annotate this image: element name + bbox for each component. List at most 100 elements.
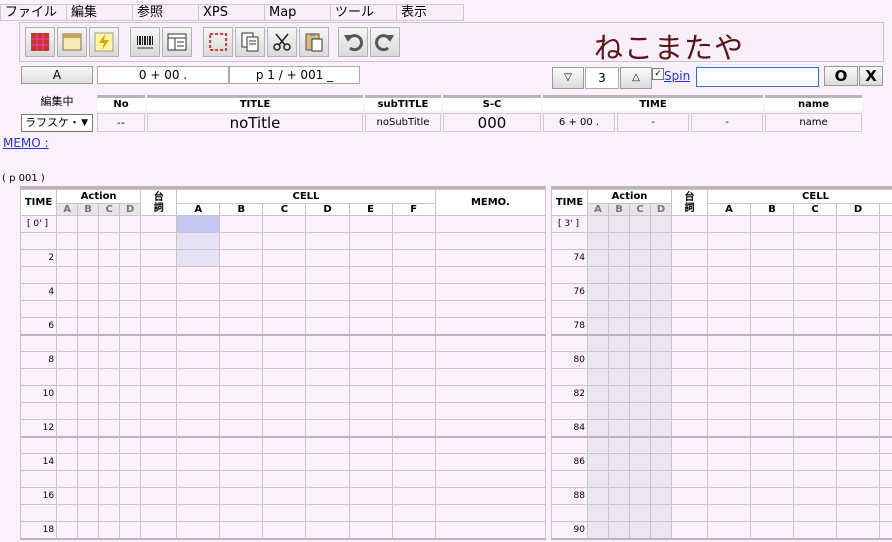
- action-cell[interactable]: [630, 352, 651, 369]
- action-cell[interactable]: [609, 318, 630, 335]
- cell-entry[interactable]: [708, 216, 751, 233]
- action-cell[interactable]: [588, 250, 609, 267]
- cell-entry[interactable]: [837, 335, 880, 352]
- menu-tools[interactable]: ツール: [331, 4, 397, 21]
- cell-entry[interactable]: [880, 403, 892, 420]
- cell-entry[interactable]: [177, 522, 220, 539]
- dialog-cell[interactable]: [672, 488, 708, 505]
- action-cell[interactable]: [630, 301, 651, 318]
- spin-checkbox[interactable]: ✓: [652, 68, 664, 80]
- cell-entry[interactable]: [306, 284, 349, 301]
- cell-entry[interactable]: [392, 505, 435, 522]
- cell-entry[interactable]: [708, 284, 751, 301]
- menu-xps[interactable]: XPS: [199, 4, 265, 21]
- cell-entry[interactable]: [392, 267, 435, 284]
- cell-entry[interactable]: [880, 352, 892, 369]
- action-cell[interactable]: [120, 505, 141, 522]
- action-cell[interactable]: [609, 522, 630, 539]
- action-cell[interactable]: [630, 454, 651, 471]
- action-cell[interactable]: [651, 386, 672, 403]
- action-cell[interactable]: [630, 335, 651, 352]
- cell-entry[interactable]: [751, 369, 794, 386]
- action-cell[interactable]: [630, 386, 651, 403]
- memo-cell[interactable]: [435, 420, 545, 437]
- action-cell[interactable]: [78, 471, 99, 488]
- action-cell[interactable]: [588, 437, 609, 454]
- cell-entry[interactable]: [751, 352, 794, 369]
- cell-entry[interactable]: [177, 420, 220, 437]
- cell-entry[interactable]: [880, 420, 892, 437]
- cell-entry[interactable]: [306, 301, 349, 318]
- undo-button[interactable]: [338, 27, 368, 57]
- action-cell[interactable]: [609, 403, 630, 420]
- cell-entry[interactable]: [306, 250, 349, 267]
- memo-cell[interactable]: [435, 216, 545, 233]
- action-cell[interactable]: [78, 335, 99, 352]
- cell-entry[interactable]: [794, 335, 837, 352]
- cell-entry[interactable]: [263, 250, 306, 267]
- action-cell[interactable]: [630, 488, 651, 505]
- action-cell[interactable]: [99, 335, 120, 352]
- action-cell[interactable]: [57, 301, 78, 318]
- cell-entry[interactable]: [837, 488, 880, 505]
- cell-entry[interactable]: [220, 471, 263, 488]
- dialog-cell[interactable]: [672, 318, 708, 335]
- cell-entry[interactable]: [263, 301, 306, 318]
- cell-entry[interactable]: [837, 352, 880, 369]
- cell-entry[interactable]: [392, 471, 435, 488]
- cell-entry[interactable]: [392, 233, 435, 250]
- menu-view[interactable]: 表示: [397, 4, 464, 21]
- dialog-cell[interactable]: [141, 454, 177, 471]
- action-cell[interactable]: [120, 318, 141, 335]
- action-cell[interactable]: [57, 250, 78, 267]
- action-cell[interactable]: [78, 522, 99, 539]
- cell-entry[interactable]: [263, 454, 306, 471]
- action-cell[interactable]: [588, 318, 609, 335]
- cell-entry[interactable]: [392, 403, 435, 420]
- action-cell[interactable]: [120, 522, 141, 539]
- cell-entry[interactable]: [220, 284, 263, 301]
- dialog-cell[interactable]: [141, 267, 177, 284]
- action-cell[interactable]: [120, 284, 141, 301]
- action-cell[interactable]: [57, 437, 78, 454]
- action-cell[interactable]: [609, 488, 630, 505]
- cell-entry[interactable]: [263, 369, 306, 386]
- cell-entry[interactable]: [794, 352, 837, 369]
- cell-entry[interactable]: [751, 505, 794, 522]
- cell-entry[interactable]: [220, 233, 263, 250]
- cell-entry[interactable]: [306, 488, 349, 505]
- action-cell[interactable]: [651, 437, 672, 454]
- dialog-cell[interactable]: [672, 403, 708, 420]
- action-cell[interactable]: [120, 437, 141, 454]
- action-cell[interactable]: [651, 369, 672, 386]
- layout-button[interactable]: [162, 27, 192, 57]
- action-cell[interactable]: [78, 454, 99, 471]
- cell-entry[interactable]: [263, 386, 306, 403]
- memo-cell[interactable]: [435, 301, 545, 318]
- cell-entry[interactable]: [837, 301, 880, 318]
- action-cell[interactable]: [57, 454, 78, 471]
- cell-entry[interactable]: [263, 420, 306, 437]
- dialog-cell[interactable]: [672, 284, 708, 301]
- action-cell[interactable]: [120, 335, 141, 352]
- cell-entry[interactable]: [837, 250, 880, 267]
- action-cell[interactable]: [78, 284, 99, 301]
- action-cell[interactable]: [651, 233, 672, 250]
- cell-entry[interactable]: [708, 488, 751, 505]
- cell-entry[interactable]: [349, 318, 392, 335]
- cell-entry[interactable]: [794, 301, 837, 318]
- action-cell[interactable]: [120, 233, 141, 250]
- cell-entry[interactable]: [349, 420, 392, 437]
- cell-entry[interactable]: [392, 522, 435, 539]
- cell-entry[interactable]: [349, 454, 392, 471]
- cell-entry[interactable]: [794, 284, 837, 301]
- action-cell[interactable]: [57, 335, 78, 352]
- cell-entry[interactable]: [177, 437, 220, 454]
- action-cell[interactable]: [57, 522, 78, 539]
- action-cell[interactable]: [99, 505, 120, 522]
- cell-entry[interactable]: [306, 437, 349, 454]
- action-cell[interactable]: [630, 369, 651, 386]
- cell-entry[interactable]: [177, 386, 220, 403]
- action-cell[interactable]: [609, 352, 630, 369]
- action-cell[interactable]: [57, 420, 78, 437]
